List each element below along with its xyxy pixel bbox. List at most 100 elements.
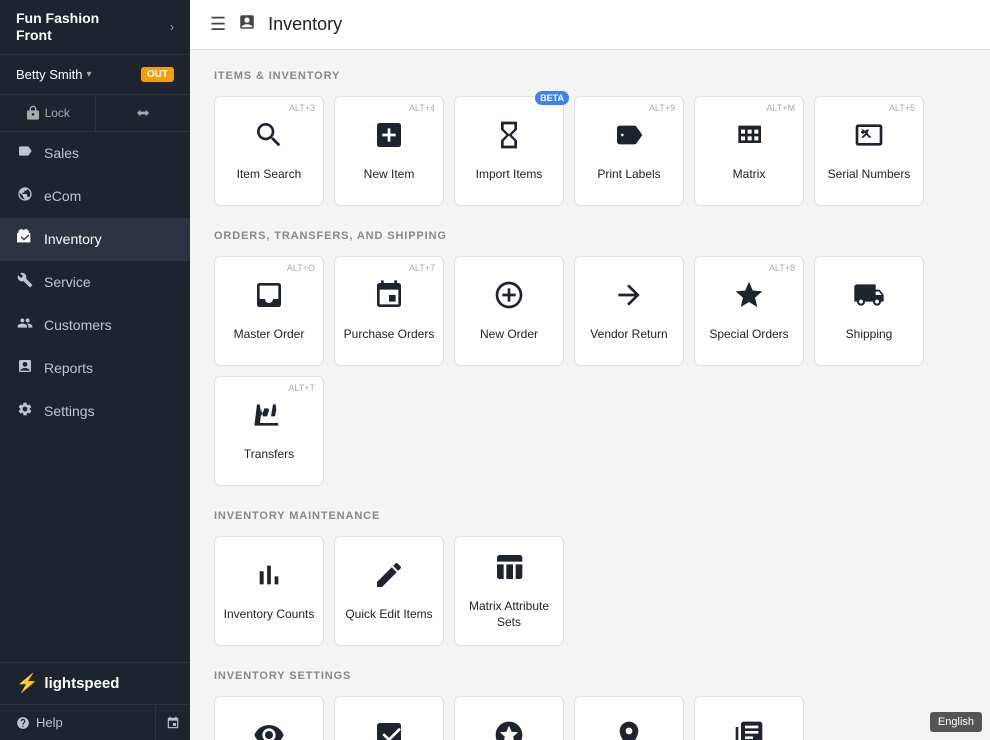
tile-master-order[interactable]: ALT+O Master Order [214, 256, 324, 366]
tile-settings-5[interactable]: Categories [694, 696, 804, 740]
tile-import-items[interactable]: BETA Import Items [454, 96, 564, 206]
tile-label: Inventory Counts [224, 607, 315, 623]
section-inventory-maintenance: INVENTORY MAINTENANCE Inventory Counts Q… [214, 510, 966, 646]
settings5-icon [733, 719, 765, 740]
sidebar-item-ecom[interactable]: eCom [0, 175, 190, 218]
sidebar-item-inventory[interactable]: Inventory [0, 218, 190, 261]
help-label: Help [36, 715, 63, 730]
user-chevron-icon: ▾ [86, 69, 91, 80]
tile-special-orders[interactable]: ALT+8 Special Orders [694, 256, 804, 366]
plus-icon [373, 119, 405, 159]
import-icon [493, 119, 525, 159]
matrix-icon [733, 119, 765, 159]
tile-label: Print Labels [597, 167, 660, 183]
search-icon [253, 119, 285, 159]
brand-arrow-icon: › [170, 20, 174, 34]
section-orders: ORDERS, TRANSFERS, AND SHIPPING ALT+O Ma… [214, 230, 966, 486]
section-items-inventory: ITEMS & INVENTORY ALT+3 Item Search ALT+… [214, 70, 966, 206]
sidebar-brand[interactable]: Fun Fashion Front › [0, 0, 190, 55]
tile-settings-3[interactable]: Preferences [454, 696, 564, 740]
sidebar-nav: Sales eCom Inventory Service [0, 132, 190, 662]
tile-vendor-return[interactable]: Vendor Return [574, 256, 684, 366]
menu-icon[interactable]: ☰ [210, 14, 226, 35]
tiles-items-inventory: ALT+3 Item Search ALT+4 New Item BET [214, 96, 966, 206]
sidebar-item-sales[interactable]: Sales [0, 132, 190, 175]
sidebar-bottom: ⚡ lightspeed [0, 662, 190, 704]
logo-text: lightspeed [44, 675, 119, 692]
sidebar-item-label: Service [44, 274, 91, 290]
shortcut-label: ALT+3 [289, 103, 315, 113]
tile-transfers[interactable]: ALT+T Transfers [214, 376, 324, 486]
wrench-icon [16, 272, 34, 293]
tile-label: Master Order [234, 327, 305, 343]
tile-settings-4[interactable]: Locations [574, 696, 684, 740]
inventory-topbar-icon [238, 13, 256, 36]
tile-label: Special Orders [709, 327, 788, 343]
help-button[interactable]: Help [0, 705, 155, 740]
tile-settings-2[interactable]: Settings [334, 696, 444, 740]
terminal-icon [853, 119, 885, 159]
barchart-icon [253, 559, 285, 599]
tile-new-item[interactable]: ALT+4 New Item [334, 96, 444, 206]
pin-button[interactable] [155, 705, 190, 740]
sidebar-item-label: Inventory [44, 231, 102, 247]
lightspeed-logo: ⚡ lightspeed [16, 673, 119, 694]
tile-inventory-counts[interactable]: Inventory Counts [214, 536, 324, 646]
tile-label: Purchase Orders [344, 327, 435, 343]
tile-print-labels[interactable]: ALT+9 Print Labels [574, 96, 684, 206]
transfer-button[interactable] [96, 95, 191, 131]
tile-matrix[interactable]: ALT+M Matrix [694, 96, 804, 206]
user-profile[interactable]: Betty Smith ▾ OUT [0, 55, 190, 95]
star-icon [733, 279, 765, 319]
table-icon [493, 551, 525, 591]
tile-settings-1[interactable]: Visibility [214, 696, 324, 740]
tile-quick-edit-items[interactable]: Quick Edit Items [334, 536, 444, 646]
globe-icon [16, 186, 34, 207]
lock-label: Lock [45, 106, 70, 120]
sidebar-item-customers[interactable]: Customers [0, 304, 190, 347]
shortcut-label: ALT+O [287, 263, 315, 273]
settings4-icon [613, 719, 645, 740]
tile-label: Quick Edit Items [345, 607, 432, 623]
sidebar-actions: Lock [0, 95, 190, 132]
inbox-icon [253, 279, 285, 319]
settings2-icon [373, 719, 405, 740]
tile-item-search[interactable]: ALT+3 Item Search [214, 96, 324, 206]
tile-label: Vendor Return [590, 327, 667, 343]
page-title: Inventory [268, 14, 342, 35]
tile-purchase-orders[interactable]: ALT+7 Purchase Orders [334, 256, 444, 366]
tile-label: Serial Numbers [828, 167, 911, 183]
tile-shipping[interactable]: Shipping [814, 256, 924, 366]
cart-icon [373, 279, 405, 319]
tiles-orders: ALT+O Master Order ALT+7 Purchase Orders [214, 256, 966, 486]
shortcut-label: ALT+5 [889, 103, 915, 113]
tiles-maintenance: Inventory Counts Quick Edit Items Matrix… [214, 536, 966, 646]
sidebar-item-reports[interactable]: Reports [0, 347, 190, 390]
shortcut-label: ALT+8 [769, 263, 795, 273]
tile-label: New Item [364, 167, 415, 183]
sidebar-item-label: eCom [44, 188, 81, 204]
box-icon [16, 229, 34, 250]
tile-new-order[interactable]: New Order [454, 256, 564, 366]
sidebar-item-label: Sales [44, 145, 79, 161]
tile-label: Import Items [476, 167, 543, 183]
flame-icon: ⚡ [16, 673, 38, 694]
language-badge[interactable]: English [930, 712, 982, 732]
sidebar-item-settings[interactable]: Settings [0, 390, 190, 433]
tile-serial-numbers[interactable]: ALT+5 Serial Numbers [814, 96, 924, 206]
shortcut-label: ALT+7 [409, 263, 435, 273]
sidebar-item-label: Reports [44, 360, 93, 376]
sidebar-item-service[interactable]: Service [0, 261, 190, 304]
tag-icon [16, 143, 34, 164]
settings3-icon [493, 719, 525, 740]
beta-badge: BETA [535, 91, 569, 105]
tile-matrix-attribute-sets[interactable]: Matrix Attribute Sets [454, 536, 564, 646]
shortcut-label: ALT+9 [649, 103, 675, 113]
sidebar-item-label: Settings [44, 403, 95, 419]
user-name: Betty Smith ▾ [16, 67, 92, 82]
section-title: ITEMS & INVENTORY [214, 70, 966, 82]
main-content: ☰ Inventory ITEMS & INVENTORY ALT+3 Item… [190, 0, 990, 740]
brand-name: Fun Fashion Front [16, 10, 99, 44]
tile-label: Matrix [733, 167, 766, 183]
lock-button[interactable]: Lock [0, 95, 96, 131]
